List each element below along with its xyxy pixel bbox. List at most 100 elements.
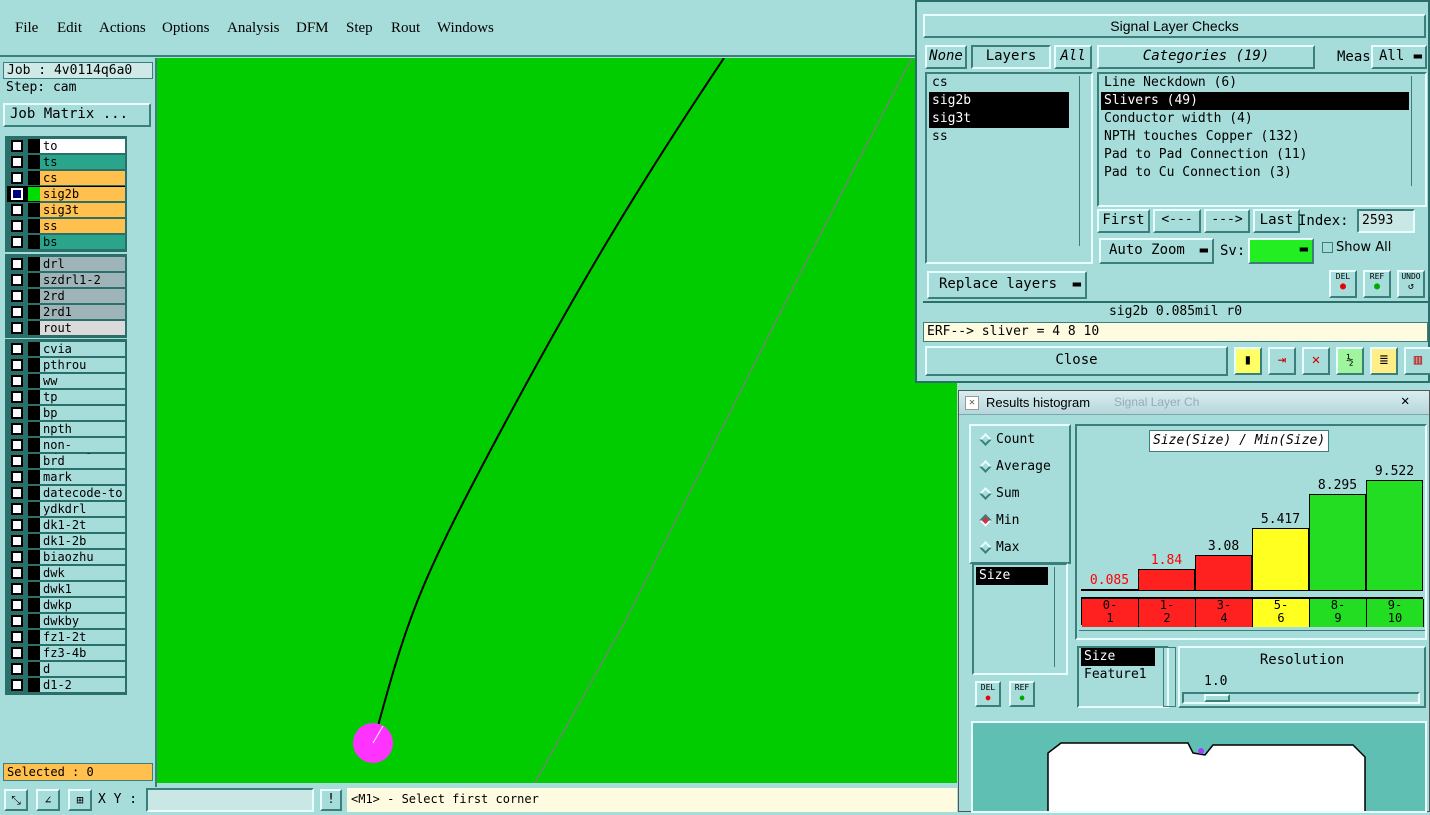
layer-name[interactable]: non-edge_pla: [40, 437, 125, 466]
layer-name[interactable]: to: [40, 138, 125, 154]
meas-select[interactable]: All ▬: [1371, 45, 1427, 69]
del-button[interactable]: DEL ●: [1329, 270, 1357, 298]
layer-list-item[interactable]: cs: [929, 74, 1069, 92]
layer-row[interactable]: cs: [7, 170, 125, 186]
radio-max[interactable]: Max: [979, 540, 1019, 555]
layer-name[interactable]: dwk1: [40, 581, 125, 597]
menu-step[interactable]: Step: [346, 20, 373, 37]
layer-row[interactable]: ts: [7, 154, 125, 170]
layer-list-scrollbar[interactable]: [1079, 76, 1089, 246]
size-list[interactable]: Size: [972, 563, 1068, 675]
feature-list[interactable]: Size Feature1: [1077, 646, 1169, 708]
last-button[interactable]: Last: [1253, 209, 1300, 233]
layer-name[interactable]: ss: [40, 218, 125, 234]
layer-checkbox[interactable]: [11, 359, 23, 371]
layer-row[interactable]: pthrou: [7, 357, 125, 373]
auto-zoom-select[interactable]: Auto Zoom ▬: [1099, 238, 1214, 264]
layer-name[interactable]: dk1-2t: [40, 517, 125, 533]
layer-name[interactable]: bp: [40, 405, 125, 421]
layer-row[interactable]: dk1-2t: [7, 517, 125, 533]
layer-checkbox[interactable]: [11, 188, 23, 200]
layer-checkbox[interactable]: [11, 236, 23, 248]
histogram-bar[interactable]: [1309, 493, 1366, 591]
categories-button[interactable]: Categories (19): [1097, 45, 1315, 69]
layer-name[interactable]: szdrl1-2: [40, 272, 125, 288]
histogram-bar[interactable]: [1138, 569, 1195, 591]
layer-name[interactable]: biaozhu: [40, 549, 125, 565]
layer-checkbox[interactable]: [11, 503, 23, 515]
layer-name[interactable]: ydkdrl: [40, 501, 125, 517]
menu-file[interactable]: File: [15, 20, 38, 37]
layer-checkbox[interactable]: [11, 140, 23, 152]
layer-row[interactable]: biaozhu: [7, 549, 125, 565]
layer-checkbox[interactable]: [11, 583, 23, 595]
layer-name[interactable]: tp: [40, 389, 125, 405]
layer-row[interactable]: cvia: [7, 341, 125, 357]
close-icon[interactable]: ✕: [1401, 393, 1409, 409]
replace-layers-select[interactable]: Replace layers ▬: [927, 271, 1087, 299]
feature-list-item[interactable]: Size: [1081, 648, 1155, 666]
layer-checkbox[interactable]: [11, 306, 23, 318]
category-list-item[interactable]: Pad to Cu Connection (3): [1101, 164, 1409, 182]
layer-row[interactable]: non-edge_pla: [7, 437, 125, 466]
size-list-item[interactable]: Size: [976, 567, 1048, 585]
layer-row[interactable]: ss: [7, 218, 125, 234]
layer-name[interactable]: cs: [40, 170, 125, 186]
layer-row[interactable]: to: [7, 138, 125, 154]
layer-checkbox[interactable]: [11, 471, 23, 483]
layer-checkbox[interactable]: [11, 258, 23, 270]
none-button[interactable]: None: [925, 45, 967, 69]
layer-name[interactable]: dwk: [40, 565, 125, 581]
grid-snap-icon[interactable]: ⊞: [68, 789, 92, 811]
layer-name[interactable]: drl: [40, 256, 125, 272]
category-list-scrollbar[interactable]: [1411, 76, 1423, 186]
hist-ref-button[interactable]: REF ●: [1009, 681, 1035, 707]
layer-row[interactable]: sig3t: [7, 202, 125, 218]
sv-select[interactable]: ▬: [1248, 238, 1314, 264]
layer-checkbox[interactable]: [11, 647, 23, 659]
layer-name[interactable]: dwkp: [40, 597, 125, 613]
layer-checkbox[interactable]: [11, 535, 23, 547]
layer-checkbox[interactable]: [11, 220, 23, 232]
compare-icon[interactable]: ½: [1336, 347, 1364, 375]
layer-checkbox[interactable]: [11, 391, 23, 403]
close-button[interactable]: Close: [925, 346, 1228, 376]
show-all-checkbox[interactable]: [1322, 242, 1333, 253]
layers-tab[interactable]: Layers: [971, 45, 1051, 69]
undo-button[interactable]: UNDO ↺: [1397, 270, 1425, 298]
menu-analysis[interactable]: Analysis: [227, 20, 280, 37]
layer-row[interactable]: d1-2: [7, 677, 125, 693]
radio-average[interactable]: Average: [979, 459, 1051, 474]
layer-row[interactable]: 2rd1: [7, 304, 125, 320]
histogram-icon[interactable]: ▥: [1404, 347, 1430, 375]
layer-row[interactable]: bp: [7, 405, 125, 421]
layer-row[interactable]: 2rd: [7, 288, 125, 304]
layer-name[interactable]: rout: [40, 320, 125, 336]
layer-row[interactable]: ww: [7, 373, 125, 389]
job-matrix-button[interactable]: Job Matrix ...: [3, 103, 151, 127]
layer-row[interactable]: d: [7, 661, 125, 677]
layer-name[interactable]: dwkby: [40, 613, 125, 629]
hist-del-button[interactable]: DEL ●: [975, 681, 1001, 707]
tool-marker-icon[interactable]: ▮: [1234, 347, 1262, 375]
radio-min[interactable]: Min: [979, 513, 1019, 528]
layer-checkbox[interactable]: [11, 322, 23, 334]
layer-list-item[interactable]: sig2b: [929, 92, 1069, 110]
zoom-area-icon[interactable]: ⤡: [4, 789, 28, 811]
layer-list[interactable]: cs sig2b sig3t ss: [925, 72, 1093, 264]
radio-sum[interactable]: Sum: [979, 486, 1019, 501]
chart-scrollbar[interactable]: [1079, 630, 1425, 638]
layer-checkbox[interactable]: [11, 439, 23, 451]
layer-name[interactable]: 2rd: [40, 288, 125, 304]
layer-checkbox[interactable]: [11, 423, 23, 435]
erase-icon[interactable]: ✕: [1302, 347, 1330, 375]
layer-row[interactable]: sig2b: [7, 186, 125, 202]
layer-name[interactable]: sig3t: [40, 202, 125, 218]
layer-name[interactable]: d1-2: [40, 677, 125, 693]
histogram-bar[interactable]: [1195, 554, 1252, 591]
layer-row[interactable]: ydkdrl: [7, 501, 125, 517]
layer-row[interactable]: npth: [7, 421, 125, 437]
histogram-bar[interactable]: [1366, 479, 1423, 591]
layer-name[interactable]: ts: [40, 154, 125, 170]
layer-checkbox[interactable]: [11, 156, 23, 168]
